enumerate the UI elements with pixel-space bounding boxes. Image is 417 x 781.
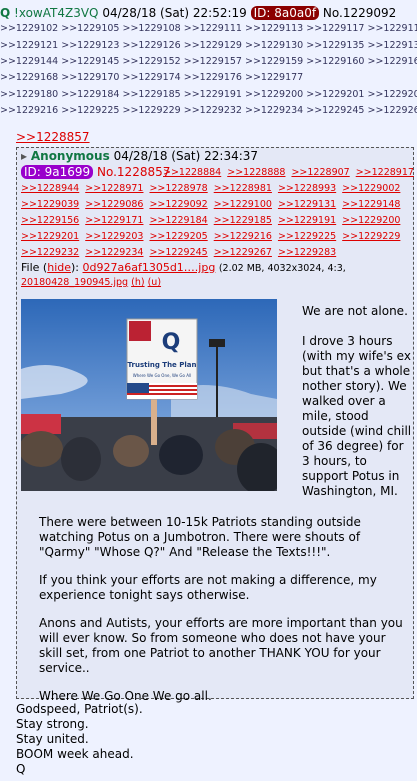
tripcode: !xowAT4Z3VQ (14, 6, 99, 20)
backlink[interactable]: >>1229216 (214, 231, 272, 242)
backlink[interactable]: >>1228971 (85, 183, 143, 194)
backlink[interactable]: >>1228978 (149, 183, 207, 194)
backlink[interactable]: >>1229131 (278, 199, 336, 210)
backlink[interactable]: >>1229234 (85, 247, 143, 258)
backlink[interactable]: >>1229191 (278, 215, 336, 226)
post-header: Q !xowAT4Z3VQ 04/28/18 (Sat) 22:52:19 ID… (0, 6, 396, 20)
backlink-row[interactable]: >>1229121 >>1229123 >>1229126 >>1229129 … (0, 40, 417, 51)
side-paragraph: I drove 3 hours (with my wife's ex but t… (302, 334, 412, 498)
backlink[interactable]: >>1229156 (21, 215, 79, 226)
post-image[interactable]: Q Trusting The Plan Where We Go One, We … (21, 299, 277, 491)
backlink[interactable]: >>1229205 (149, 231, 207, 242)
backlink[interactable]: >>1228907 (291, 167, 349, 178)
closing-line: Godspeed, Patriot(s). (16, 702, 143, 716)
poster-id-badge[interactable]: ID: 8a0a0f (250, 6, 320, 20)
backlink-row[interactable]: >>1229201 >>1229203 >>1229205 >>1229216 >>12… (21, 231, 406, 242)
backlink[interactable]: >>1229267 (214, 247, 272, 258)
backlink-row[interactable]: >>1229102 >>1229105 >>1229108 >>1229111 … (0, 23, 417, 34)
closing-line: Stay strong. (16, 717, 89, 731)
backlink[interactable]: >>1229200 (342, 215, 400, 226)
post-number[interactable]: No.1229092 (323, 6, 396, 20)
backlink[interactable]: >>1229148 (342, 199, 400, 210)
file-name-link[interactable]: 0d927a6af1305d1….jpg (83, 261, 216, 274)
backlink[interactable]: >>1229225 (278, 231, 336, 242)
backlink-row[interactable]: >>1229180 >>1229184 >>1229185 >>1229191 … (0, 89, 417, 100)
post-side-text: We are not alone. I drove 3 hours (with … (302, 304, 412, 499)
backlink[interactable]: >>1228944 (21, 183, 79, 194)
backlink-row[interactable]: >>1229168 >>1229170 >>1229174 >>1229176 … (0, 72, 303, 83)
sign-q-letter: Q (162, 330, 181, 355)
backlink[interactable]: >>1229184 (149, 215, 207, 226)
side-paragraph: We are not alone. (302, 304, 408, 318)
backlink-row[interactable]: >>1229039 >>1229086 >>1229092 >>1229100 >>12… (21, 199, 406, 210)
collapse-arrow-icon[interactable]: ▸ (21, 149, 27, 163)
closing-line: Stay united. (16, 732, 89, 746)
backlink[interactable]: >>1229203 (85, 231, 143, 242)
poster-name: Q (0, 6, 11, 20)
backlink[interactable]: >>1228993 (278, 183, 336, 194)
body-paragraph: If you think your efforts are not making… (39, 573, 377, 602)
post-date: 04/28/18 (Sat) 22:34:37 (113, 149, 259, 163)
poster-id-badge[interactable]: ID: 9a1699 (21, 165, 94, 179)
quoted-post-id-line: ID: 9a1699 No.1228857 (21, 165, 170, 179)
quoted-post-header: ▸ Anonymous 04/28/18 (Sat) 22:34:37 (21, 149, 258, 163)
quoted-post: ▸ Anonymous 04/28/18 (Sat) 22:34:37 ID: … (16, 147, 417, 703)
closing-line: Q (16, 762, 26, 776)
backlink[interactable]: >>1229039 (21, 199, 79, 210)
hide-file-link[interactable]: hide (47, 261, 71, 274)
backlink[interactable]: >>1229100 (214, 199, 272, 210)
backlink[interactable]: >>1229283 (278, 247, 336, 258)
body-paragraph: Anons and Autists, your efforts are more… (39, 616, 403, 675)
backlink[interactable]: >>1229086 (85, 199, 143, 210)
closing-lines: Godspeed, Patriot(s). Stay strong. Stay … (16, 702, 143, 777)
file-info: File (hide): 0d927a6af1305d1….jpg (2.02 … (21, 261, 346, 274)
file-original-name: 20180428_190945.jpg (h) (u) (21, 277, 161, 288)
backlink[interactable]: >>1229245 (149, 247, 207, 258)
backlink[interactable]: >>1229171 (85, 215, 143, 226)
file-h-link[interactable]: (h) (131, 277, 144, 288)
post-body: There were between 10-15k Patriots stand… (39, 515, 411, 717)
post-date: 04/28/18 (Sat) 22:52:19 (102, 6, 247, 20)
backlink-row[interactable]: >>1228884 >>1228888 >>1228907 >>1228917 (163, 167, 417, 178)
backlink[interactable]: >>1229229 (342, 231, 400, 242)
backlink-row[interactable]: >>1228944 >>1228971 >>1228978 >>1228981 >>12… (21, 183, 406, 194)
post-number[interactable]: No.1228857 (97, 165, 170, 179)
sign-subtitle: Where We Go One, We Go All (133, 373, 191, 378)
backlink[interactable]: >>1229002 (342, 183, 400, 194)
closing-line: BOOM week ahead. (16, 747, 134, 761)
body-paragraph: There were between 10-15k Patriots stand… (39, 515, 361, 559)
backlink[interactable]: >>1229201 (21, 231, 79, 242)
backlink-row[interactable]: >>1229144 >>1229145 >>1229152 >>1229157 … (0, 56, 417, 67)
backlink[interactable]: >>1229232 (21, 247, 79, 258)
poster-name: Anonymous (30, 149, 110, 163)
backlink[interactable]: >>1228884 (163, 167, 221, 178)
backlink[interactable]: >>1228888 (227, 167, 285, 178)
file-label: File (21, 261, 40, 274)
sign-title: Trusting The Plan (128, 361, 197, 369)
file-u-link[interactable]: (u) (148, 277, 161, 288)
original-filename-link[interactable]: 20180428_190945.jpg (21, 277, 128, 288)
backlink-row[interactable]: >>1229232 >>1229234 >>1229245 >>1229267 >>12… (21, 247, 342, 258)
backlink-row[interactable]: >>1229156 >>1229171 >>1229184 >>1229185 >>12… (21, 215, 406, 226)
backlink[interactable]: >>1229185 (214, 215, 272, 226)
file-meta: (2.02 MB, 4032x3024, 4:3, (218, 263, 346, 274)
backlink[interactable]: >>1228981 (214, 183, 272, 194)
backlink[interactable]: >>1228917 (356, 167, 414, 178)
backlink[interactable]: >>1229092 (149, 199, 207, 210)
backlink-row[interactable]: >>1229216 >>1229225 >>1229229 >>1229232 … (0, 105, 417, 116)
quote-link[interactable]: >>1228857 (16, 130, 90, 144)
